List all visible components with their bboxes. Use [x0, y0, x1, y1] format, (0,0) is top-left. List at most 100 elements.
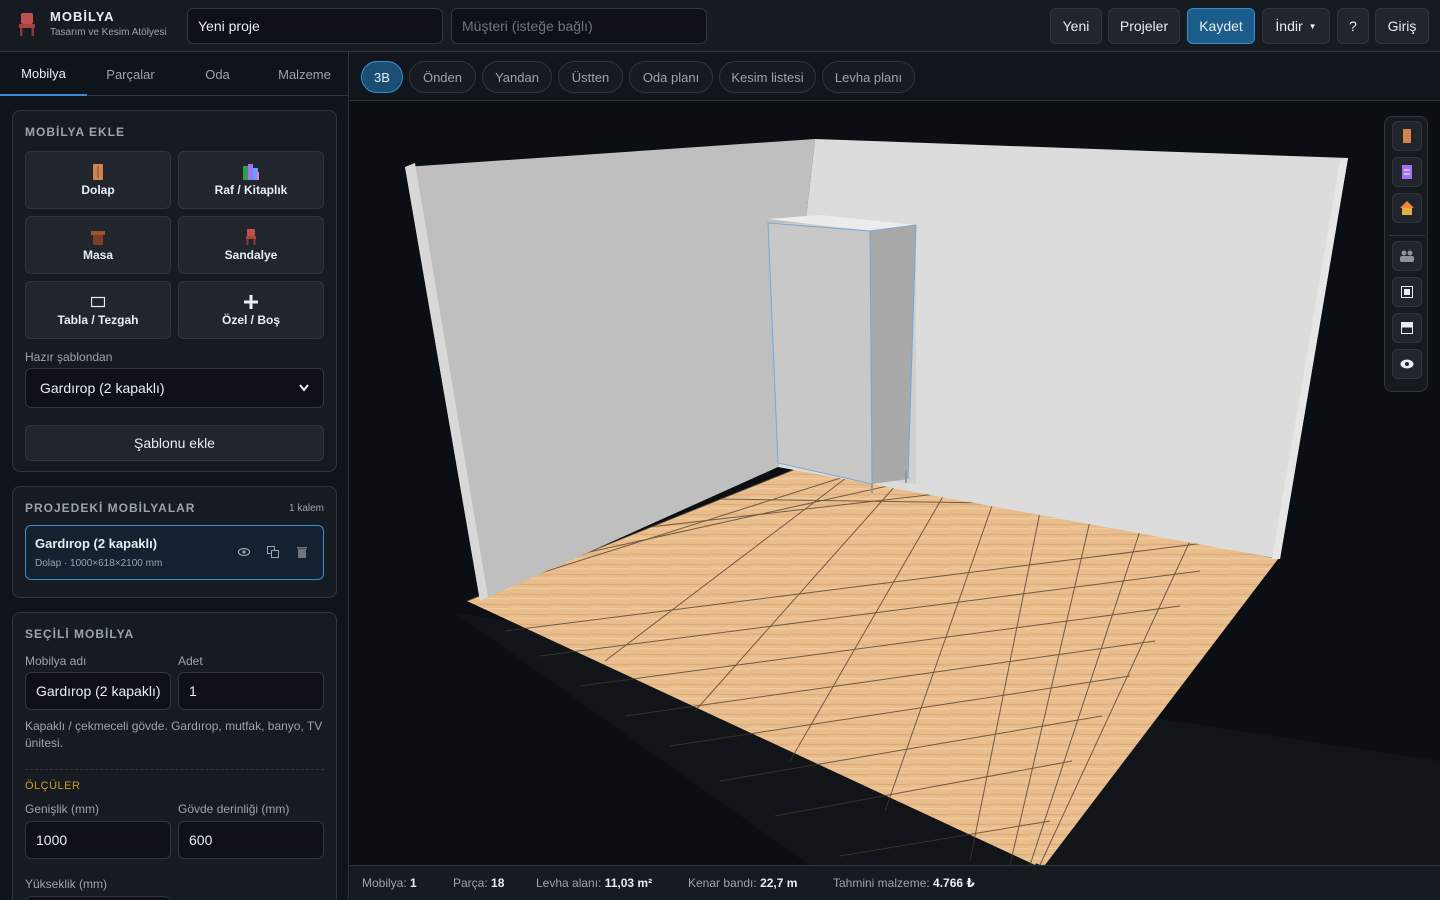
tab-3d[interactable]: 3B	[361, 61, 403, 93]
template-selected: Gardırop (2 kapaklı)	[40, 380, 165, 396]
brand-title: MOBİLYA	[50, 9, 115, 24]
tab-front[interactable]: Önden	[409, 61, 476, 93]
tab-furniture[interactable]: Mobilya	[0, 52, 87, 96]
status-bar: Mobilya: 1 Parça: 18 Levha alanı: 11,03 …	[350, 865, 1440, 900]
tab-sheet-plan[interactable]: Levha planı	[822, 61, 915, 93]
status-cost: Tahmini malzeme: 4.766 ₺	[833, 876, 975, 890]
add-table-button[interactable]: Masa	[25, 216, 171, 274]
chair-icon	[243, 228, 259, 245]
add-countertop-button[interactable]: Tabla / Tezgah	[25, 281, 171, 339]
status-sheet-label: Levha alanı:	[536, 876, 602, 890]
template-label: Hazır şablondan	[25, 350, 113, 364]
item-name: Gardırop (2 kapaklı)	[35, 536, 158, 551]
add-shelf-button[interactable]: Raf / Kitaplık	[178, 151, 324, 209]
add-custom-button[interactable]: Özel / Boş	[178, 281, 324, 339]
status-parts-value: 18	[491, 876, 505, 890]
furniture-name-input[interactable]	[25, 672, 171, 710]
trash-icon[interactable]	[295, 545, 309, 559]
drawer-view-button[interactable]	[1392, 157, 1422, 187]
tab-material[interactable]: Malzeme	[261, 52, 348, 96]
selected-furniture-panel: SEÇİLİ MOBİLYA Mobilya adı Adet Kapaklı …	[12, 612, 337, 900]
frame-icon[interactable]	[1392, 277, 1422, 307]
status-furniture: Mobilya: 1	[362, 876, 417, 890]
width-label: Genişlik (mm)	[25, 802, 99, 816]
rectangle-icon	[90, 294, 106, 310]
eye-icon[interactable]	[237, 545, 251, 559]
add-furniture-panel: MOBİLYA EKLE Dolap Raf / Kitaplık Masa S…	[12, 110, 337, 472]
house-icon[interactable]	[1392, 193, 1422, 223]
app-header: MOBİLYA Tasarım ve Kesim Atölyesi Yeni P…	[0, 0, 1440, 52]
books-icon	[243, 163, 259, 180]
eye-icon[interactable]	[1392, 349, 1422, 379]
project-name-input[interactable]	[187, 8, 443, 44]
furniture-count: 1 kalem	[288, 503, 324, 514]
status-furniture-value: 1	[410, 876, 417, 890]
help-button[interactable]: ?	[1337, 8, 1369, 44]
tab-cut-list[interactable]: Kesim listesi	[719, 61, 816, 93]
status-sheet-value: 11,03 m²	[604, 876, 653, 890]
login-button[interactable]: Giriş	[1375, 8, 1429, 44]
add-chair-button[interactable]: Sandalye	[178, 216, 324, 274]
group-icon[interactable]	[1392, 241, 1422, 271]
download-label: İndir	[1275, 18, 1303, 34]
duplicate-icon[interactable]	[266, 545, 280, 559]
status-cost-label: Tahmini malzeme:	[833, 876, 930, 890]
tab-room[interactable]: Oda	[174, 52, 261, 96]
item-details: Dolap · 1000×618×2100 mm	[35, 558, 163, 569]
status-cost-value: 4.766 ₺	[933, 876, 975, 890]
status-furniture-label: Mobilya:	[362, 876, 407, 890]
add-cabinet-button[interactable]: Dolap	[25, 151, 171, 209]
projects-button[interactable]: Projeler	[1108, 8, 1180, 44]
add-chair-label: Sandalye	[224, 247, 278, 262]
plus-icon	[243, 294, 259, 310]
add-shelf-label: Raf / Kitaplık	[214, 182, 288, 197]
add-cabinet-label: Dolap	[81, 182, 115, 197]
height-input[interactable]	[25, 896, 171, 900]
list-item[interactable]: Gardırop (2 kapaklı) Dolap · 1000×618×21…	[25, 525, 324, 580]
add-furniture-title: MOBİLYA EKLE	[25, 125, 126, 139]
panel-icon[interactable]	[1392, 313, 1422, 343]
viewport-toolbar	[1384, 116, 1428, 392]
status-edge-label: Kenar bandı:	[688, 876, 757, 890]
status-edge-band: Kenar bandı: 22,7 m	[688, 876, 797, 890]
add-countertop-label: Tabla / Tezgah	[57, 312, 139, 327]
chair-icon	[19, 12, 35, 36]
download-button[interactable]: İndir ▼	[1262, 8, 1330, 44]
depth-label: Gövde derinliği (mm)	[178, 802, 290, 816]
add-custom-label: Özel / Boş	[221, 312, 280, 327]
cabinet-view-button[interactable]	[1392, 121, 1422, 151]
tab-room-plan[interactable]: Oda planı	[629, 61, 713, 93]
cabinet-icon	[90, 163, 106, 180]
tab-parts[interactable]: Parçalar	[87, 52, 174, 96]
wardrobe-model[interactable]	[767, 215, 917, 493]
save-button[interactable]: Kaydet	[1187, 8, 1255, 44]
furniture-description: Kapaklı / çekmeceli gövde. Gardırop, mut…	[25, 719, 323, 750]
tab-side[interactable]: Yandan	[482, 61, 552, 93]
dimensions-heading: ÖLÇÜLER	[25, 780, 81, 792]
status-edge-value: 22,7 m	[760, 876, 798, 890]
add-table-label: Masa	[82, 247, 114, 262]
status-parts: Parça: 18	[453, 876, 504, 890]
status-sheet-area: Levha alanı: 11,03 m²	[536, 876, 652, 890]
quantity-input[interactable]	[178, 672, 324, 710]
selected-furniture-title: SEÇİLİ MOBİLYA	[25, 627, 135, 641]
3d-viewport[interactable]	[350, 101, 1440, 865]
add-template-button[interactable]: Şablonu ekle	[25, 425, 324, 461]
depth-input[interactable]	[178, 821, 324, 859]
height-label: Yükseklik (mm)	[25, 877, 108, 891]
sidebar-tabs: Mobilya Parçalar Oda Malzeme	[0, 52, 348, 96]
new-button[interactable]: Yeni	[1050, 8, 1102, 44]
room-scene[interactable]	[350, 101, 1440, 865]
tab-top[interactable]: Üstten	[558, 61, 623, 93]
quantity-label: Adet	[178, 654, 203, 668]
chevron-down-icon	[299, 384, 309, 392]
divider	[25, 769, 324, 770]
brand-logo: MOBİLYA Tasarım ve Kesim Atölyesi	[16, 9, 167, 38]
width-input[interactable]	[25, 821, 171, 859]
project-furniture-title: PROJEDEKİ MOBİLYALAR	[25, 501, 196, 515]
template-select[interactable]: Gardırop (2 kapaklı)	[25, 368, 324, 408]
view-tabs: 3B Önden Yandan Üstten Oda planı Kesim l…	[350, 52, 1440, 101]
customer-input[interactable]	[451, 8, 707, 44]
table-icon	[90, 229, 106, 245]
project-furniture-panel: PROJEDEKİ MOBİLYALAR 1 kalem Gardırop (2…	[12, 486, 337, 598]
